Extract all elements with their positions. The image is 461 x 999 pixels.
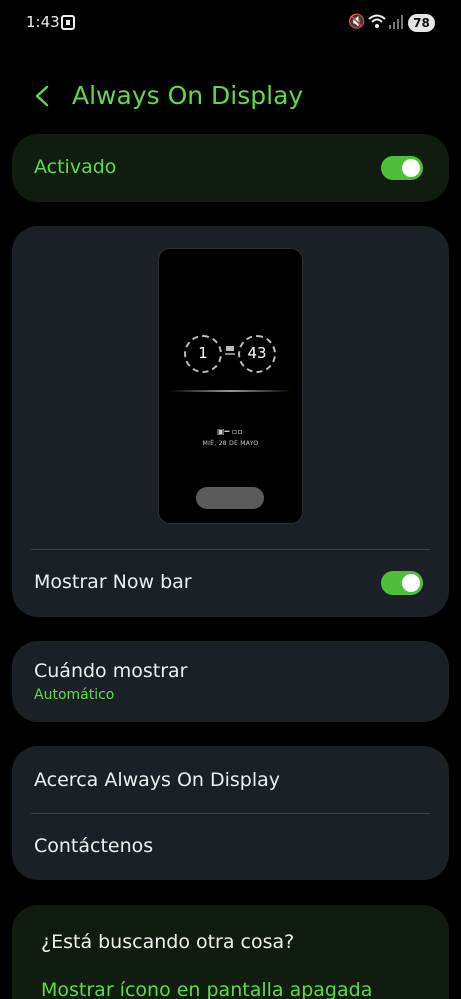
page-title: Always On Display bbox=[72, 81, 304, 110]
preview-card: 1 43 ▣━ ▫▫ MIÉ, 28 DE MAYO Mostrar Now b… bbox=[12, 226, 449, 617]
when-to-show-label: Cuándo mostrar bbox=[34, 660, 188, 682]
battery-indicator: 78 bbox=[408, 14, 435, 32]
preview-now-bar bbox=[196, 487, 264, 509]
preview-notification-icons: ▣━ ▫▫ bbox=[217, 427, 243, 436]
now-bar-toggle[interactable] bbox=[381, 571, 423, 595]
about-item[interactable]: Acerca Always On Display bbox=[34, 769, 280, 791]
screenshot-icon bbox=[61, 15, 75, 30]
info-card: Acerca Always On Display Contáctenos bbox=[12, 746, 449, 880]
back-arrow-icon[interactable] bbox=[34, 85, 50, 107]
now-bar-label: Mostrar Now bar bbox=[34, 571, 192, 593]
preview-minute: 43 bbox=[247, 344, 267, 362]
when-to-show-card[interactable]: Cuándo mostrar Automático bbox=[12, 641, 449, 722]
preview-divider bbox=[169, 390, 292, 392]
main-toggle-label: Activado bbox=[34, 156, 117, 178]
divider bbox=[31, 813, 430, 814]
preview-date: MIÉ, 28 DE MAYO bbox=[202, 440, 259, 447]
signal-icon bbox=[389, 15, 403, 29]
main-toggle-card[interactable]: Activado bbox=[12, 134, 449, 202]
aod-preview[interactable]: 1 43 ▣━ ▫▫ MIÉ, 28 DE MAYO bbox=[158, 248, 303, 524]
wifi-icon bbox=[368, 14, 386, 28]
divider bbox=[31, 549, 430, 550]
main-toggle-switch[interactable] bbox=[381, 156, 423, 180]
contact-item[interactable]: Contáctenos bbox=[34, 835, 153, 857]
suggestion-card: ¿Está buscando otra cosa? Mostrar ícono … bbox=[12, 905, 449, 999]
center-logo-icon bbox=[225, 346, 235, 355]
when-to-show-value: Automático bbox=[34, 687, 115, 703]
suggestion-link[interactable]: Mostrar ícono en pantalla apagada bbox=[41, 979, 372, 999]
minute-dial: 43 bbox=[238, 335, 276, 373]
status-time: 1:43 bbox=[26, 13, 60, 31]
mute-icon: 🔇 bbox=[348, 14, 366, 30]
preview-hour: 1 bbox=[198, 344, 208, 362]
hour-dial: 1 bbox=[184, 335, 222, 373]
suggestion-title: ¿Está buscando otra cosa? bbox=[41, 931, 295, 953]
status-bar: 1:43 🔇 78 bbox=[0, 0, 461, 48]
